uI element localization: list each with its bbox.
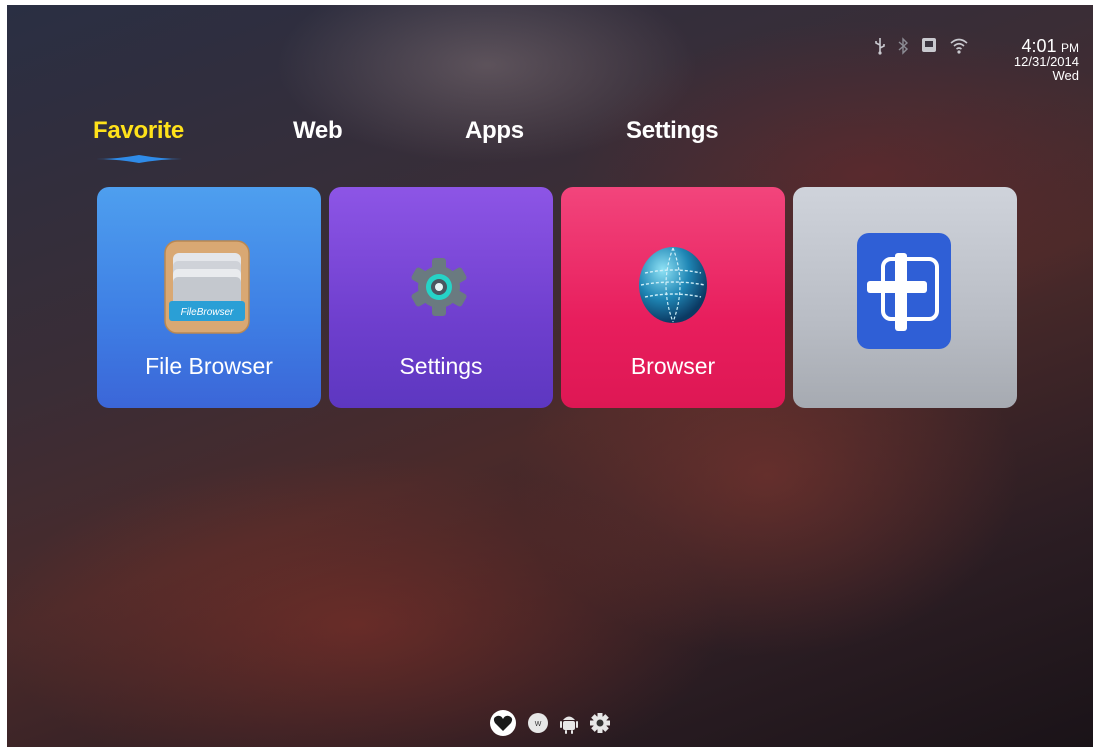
clock: 4:01 PM 12/31/2014 Wed <box>1013 36 1080 83</box>
wifi-icon <box>949 37 969 60</box>
tab-web[interactable]: Web <box>293 117 343 145</box>
ethernet-icon <box>921 37 937 58</box>
clock-ampm: PM <box>1061 41 1079 55</box>
tab-apps[interactable]: Apps <box>465 117 524 145</box>
bluetooth-icon <box>897 37 909 60</box>
clock-day: Wed <box>1052 68 1080 83</box>
tab-favorite[interactable]: Favorite <box>93 117 184 145</box>
globe-icon <box>639 247 707 323</box>
settings-gear-icon <box>411 258 467 316</box>
settings-gear-icon[interactable] <box>589 712 611 734</box>
tile-file-browser[interactable]: FileBrowser File Browser <box>97 187 321 408</box>
tile-add-app[interactable] <box>793 187 1017 408</box>
tile-browser[interactable]: Browser <box>561 187 785 408</box>
android-apps-icon[interactable] <box>559 712 579 734</box>
clock-date: 12/31/2014 <box>1013 54 1079 69</box>
clock-time: 4:01 <box>1021 36 1057 56</box>
tab-settings[interactable]: Settings <box>626 117 719 145</box>
favorite-heart-icon[interactable] <box>489 709 517 737</box>
file-browser-app-icon: FileBrowser <box>164 240 250 334</box>
launcher-screen: 4:01 PM 12/31/2014 Wed Favorite Web Apps… <box>7 5 1093 747</box>
add-app-icon <box>857 233 951 349</box>
svg-text:W: W <box>535 721 542 728</box>
svg-text:FileBrowser: FileBrowser <box>181 307 234 318</box>
active-tab-indicator <box>96 155 182 163</box>
tile-label-file-browser: File Browser <box>145 353 273 379</box>
usb-icon <box>874 37 886 60</box>
web-icon[interactable]: W <box>527 712 549 734</box>
tile-label-settings: Settings <box>399 353 483 379</box>
tile-label-browser: Browser <box>630 353 716 379</box>
tile-settings[interactable]: Settings <box>329 187 553 408</box>
